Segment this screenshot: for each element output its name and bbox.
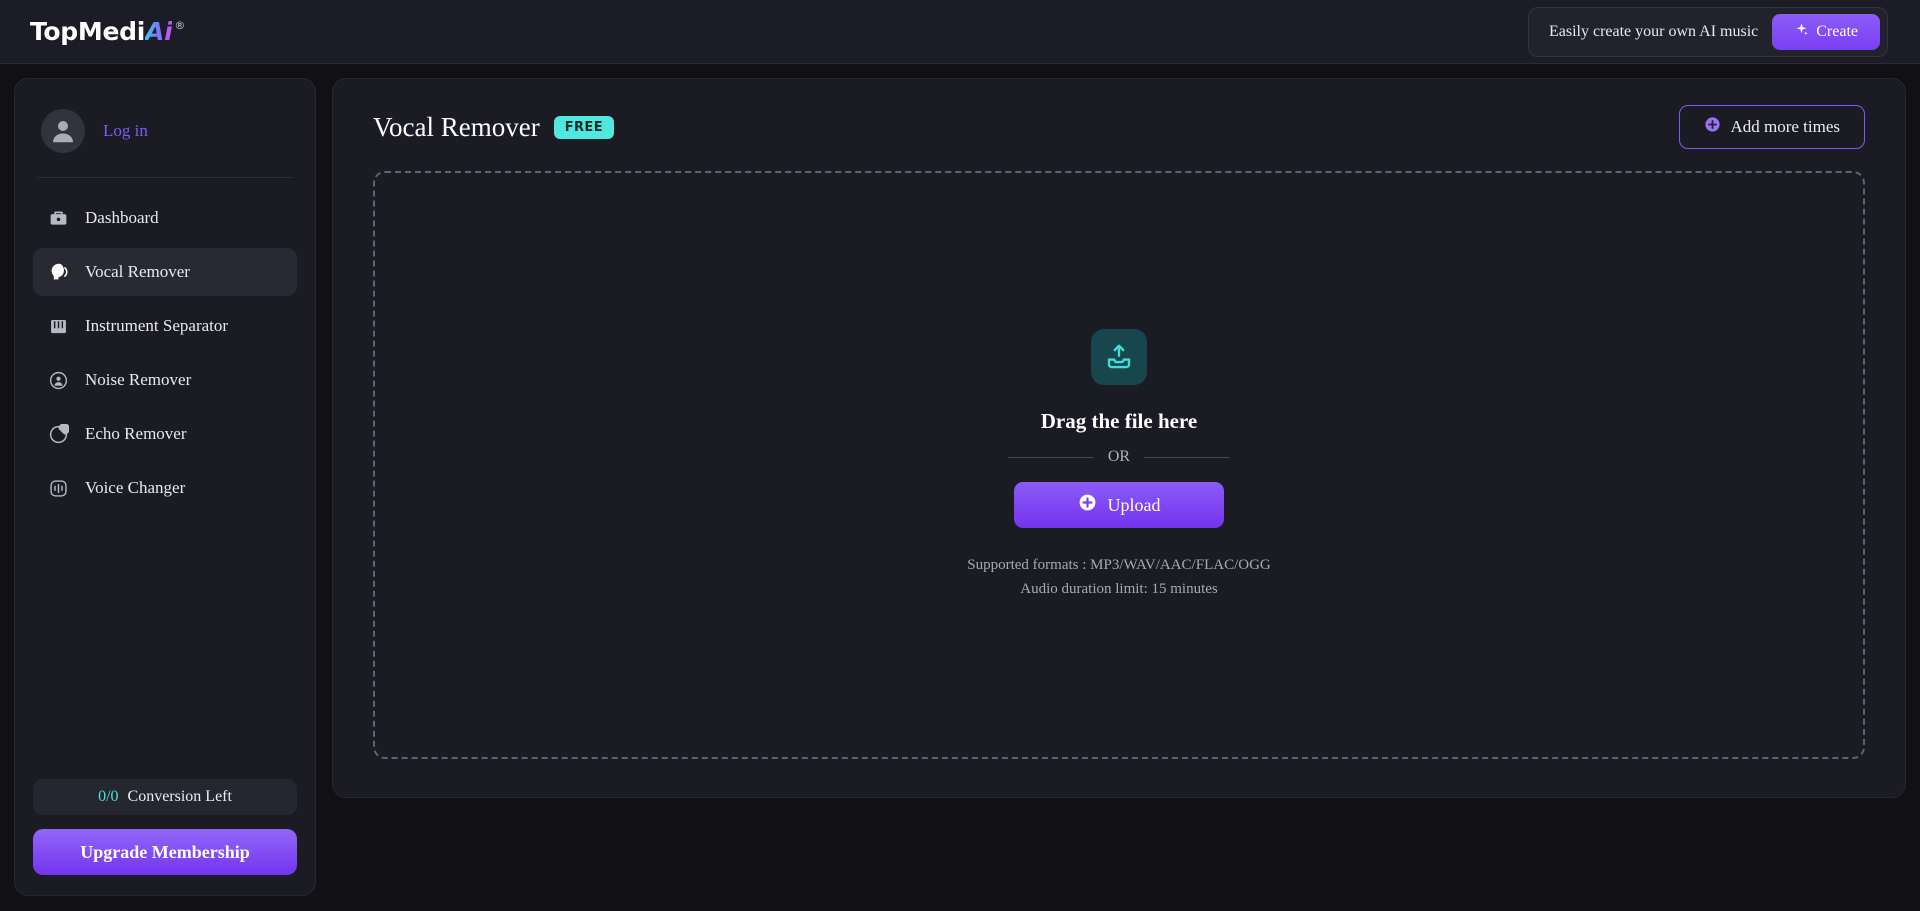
add-more-times-label: Add more times (1730, 117, 1840, 136)
plus-circle-icon (1704, 116, 1721, 138)
user-avatar-icon (53, 121, 73, 143)
sidebar-item-voice-changer[interactable]: Voice Changer (33, 464, 297, 512)
sidebar-item-noise-remover[interactable]: Noise Remover (33, 356, 297, 404)
piano-keys-icon (47, 315, 69, 337)
upload-button[interactable]: Upload (1014, 482, 1224, 529)
title-wrap: Vocal Remover FREE (373, 112, 614, 143)
upgrade-membership-button[interactable]: Upgrade Membership (33, 829, 297, 875)
sidebar-item-label: Noise Remover (85, 370, 192, 389)
plus-circle-icon (1078, 493, 1097, 517)
logo-text-main: TopMedi (30, 17, 146, 46)
noise-person-icon (47, 369, 69, 391)
page-title: Vocal Remover (373, 111, 540, 142)
dropzone-hints: Supported formats : MP3/WAV/AAC/FLAC/OGG… (967, 554, 1271, 601)
voice-wave-icon (47, 477, 69, 499)
sidebar-item-label: Instrument Separator (85, 316, 229, 335)
sidebar-item-vocal-remover[interactable]: Vocal Remover (33, 248, 297, 296)
upload-tray-icon (1091, 329, 1147, 386)
sidebar-item-instrument-separator[interactable]: Instrument Separator (33, 302, 297, 350)
sidebar-item-echo-remover[interactable]: Echo Remover (33, 410, 297, 458)
drag-instruction: Drag the file here (1040, 409, 1198, 434)
conversion-count: 0/0 (98, 788, 119, 805)
head-soundwave-icon (47, 261, 69, 283)
main-panel: Vocal Remover FREE Add more times Drag t… (332, 78, 1906, 798)
logo-text-accent: Ai (145, 17, 173, 46)
create-music-cta: Easily create your own AI music Create (1527, 6, 1888, 57)
add-more-times-button[interactable]: Add more times (1679, 105, 1865, 149)
upload-button-label: Upload (1107, 494, 1161, 515)
cta-tagline: Easily create your own AI music (1548, 22, 1759, 40)
or-separator: OR (1007, 448, 1231, 466)
sparkle-icon (1794, 22, 1809, 42)
top-header: TopMedi Ai ® Easily create your own AI mus… (0, 0, 1920, 64)
sidebar: Log in Dashboard Vocal Remover Instrumen… (14, 78, 316, 896)
or-line-left (1007, 456, 1094, 458)
account-row[interactable]: Log in (33, 97, 297, 165)
conversion-label: Conversion Left (127, 788, 232, 805)
panel-header: Vocal Remover FREE Add more times (373, 105, 1865, 149)
or-label: OR (1107, 448, 1131, 466)
sidebar-divider (37, 177, 293, 178)
file-dropzone[interactable]: Drag the file here OR Upload Supported f… (373, 171, 1865, 759)
avatar (41, 109, 85, 153)
sidebar-item-label: Vocal Remover (85, 262, 190, 281)
duration-limit: Audio duration limit: 15 minutes (1020, 580, 1218, 597)
create-button-label: Create (1816, 22, 1858, 40)
login-link[interactable]: Log in (103, 121, 148, 141)
sidebar-item-label: Voice Changer (85, 478, 186, 497)
create-button[interactable]: Create (1772, 13, 1880, 50)
app-logo[interactable]: TopMedi Ai ® (30, 19, 185, 44)
status-badge: FREE (553, 115, 614, 139)
conversion-counter: 0/0 Conversion Left (33, 779, 297, 815)
sidebar-nav: Dashboard Vocal Remover Instrument Separ… (33, 194, 297, 512)
or-line-right (1144, 456, 1231, 458)
briefcase-icon (47, 207, 69, 229)
sidebar-item-label: Dashboard (85, 208, 159, 227)
sidebar-item-dashboard[interactable]: Dashboard (33, 194, 297, 242)
echo-target-icon (47, 423, 69, 445)
logo-registered-mark: ® (174, 19, 186, 32)
sidebar-item-label: Echo Remover (85, 424, 187, 443)
supported-formats: Supported formats : MP3/WAV/AAC/FLAC/OGG (967, 557, 1271, 574)
